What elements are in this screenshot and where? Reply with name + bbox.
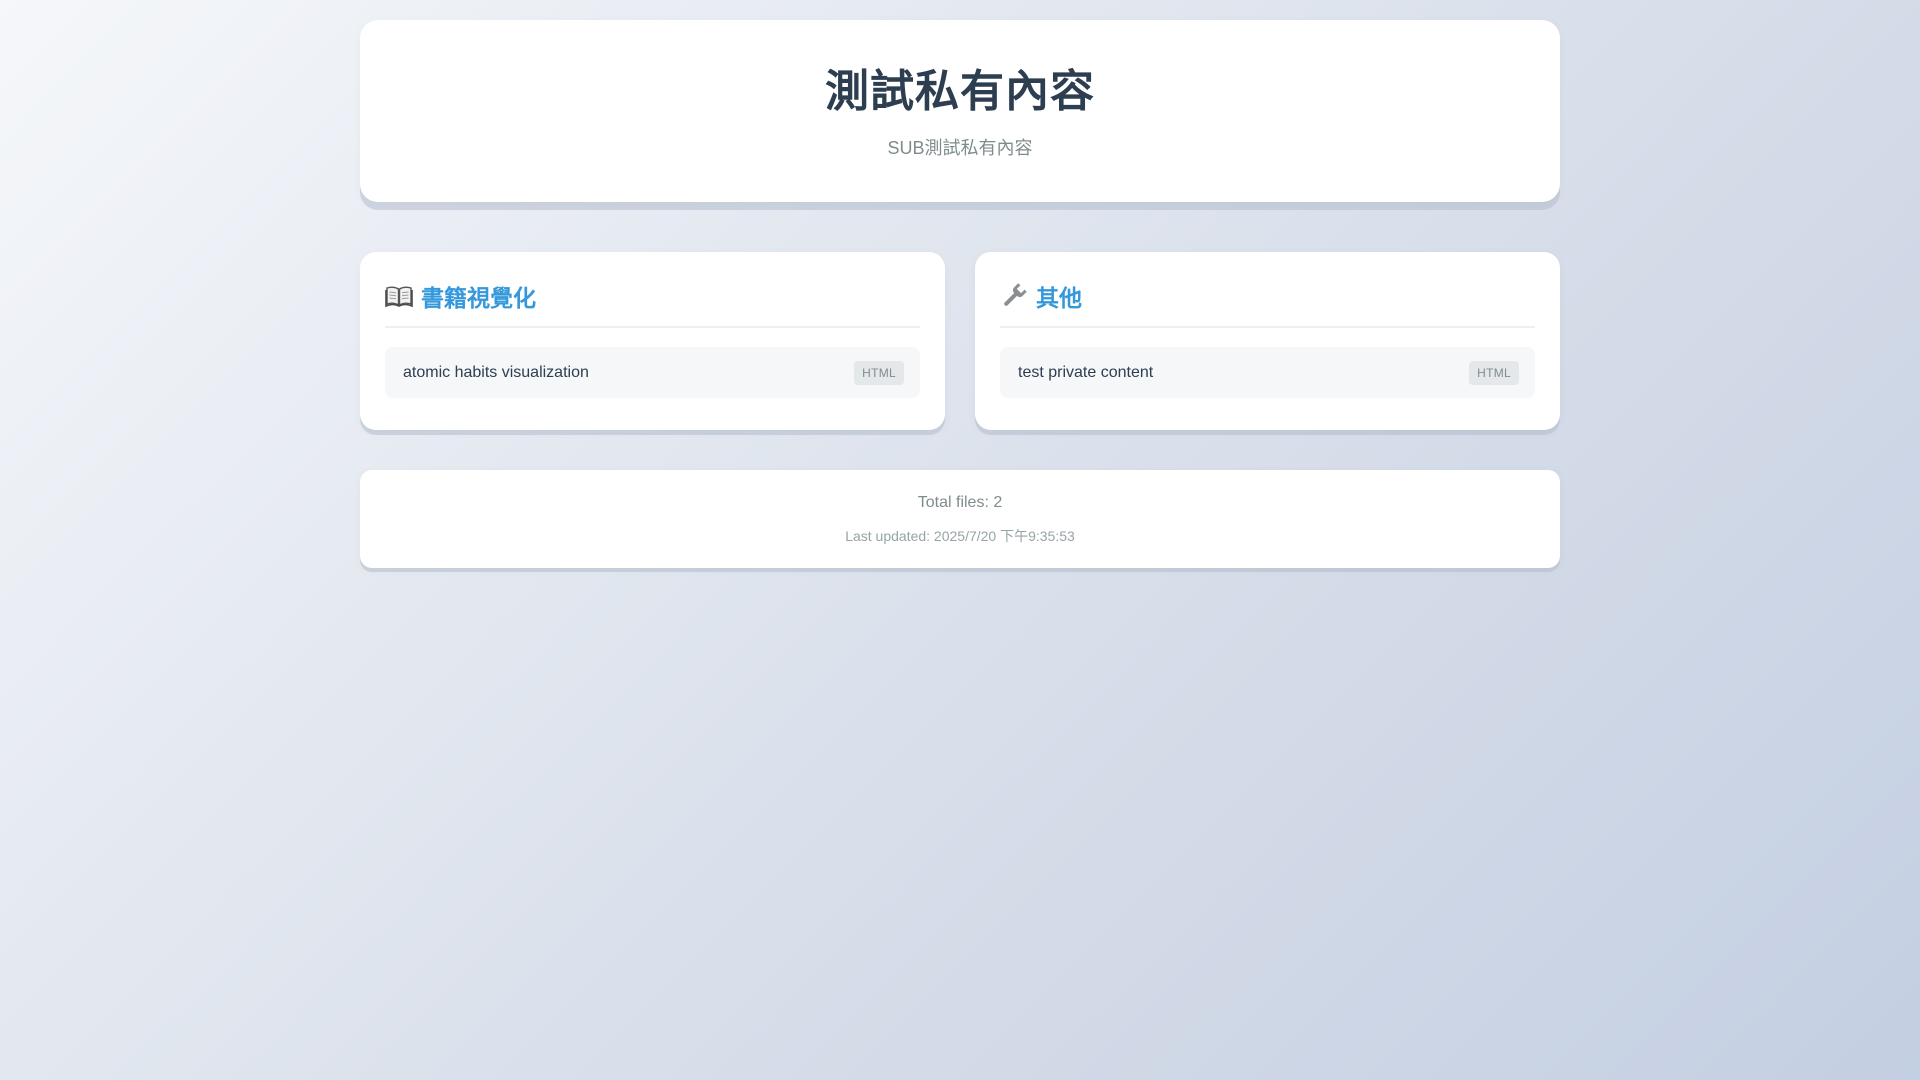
section-title-label: 其他 — [1036, 285, 1082, 311]
wrench-icon — [1000, 282, 1028, 310]
file-name: atomic habits visualization — [403, 363, 589, 381]
page-subtitle: SUB測試私有內容 — [887, 137, 1033, 158]
total-files-count: Total files: 2 — [917, 494, 1003, 511]
open-book-icon — [385, 282, 413, 310]
footer-card: Total files: 2 Last updated: 2025/7/20 下… — [360, 470, 1560, 568]
header-card: 測試私有內容 SUB測試私有內容 — [360, 20, 1560, 202]
file-name: test private content — [1018, 363, 1154, 381]
file-item-atomic-habits[interactable]: atomic habits visualization HTML — [385, 347, 920, 398]
section-other: 其他 test private content HTML — [975, 252, 1560, 430]
section-book-visualization: 書籍視覺化 atomic habits visualization HTML — [360, 252, 945, 430]
page-title: 測試私有內容 — [825, 67, 1095, 116]
section-title-label: 書籍視覺化 — [421, 285, 536, 311]
sections-grid: 書籍視覺化 atomic habits visualization HTML 其… — [360, 252, 1560, 430]
section-heading: 書籍視覺化 — [385, 278, 920, 328]
file-item-test-private-content[interactable]: test private content HTML — [1000, 347, 1535, 398]
page-container: 測試私有內容 SUB測試私有內容 書籍視覺化 atomic habits vis… — [360, 20, 1560, 568]
file-type-badge: HTML — [854, 360, 904, 385]
section-heading: 其他 — [1000, 278, 1535, 328]
file-type-badge: HTML — [1469, 360, 1519, 385]
last-updated-timestamp: Last updated: 2025/7/20 下午9:35:53 — [845, 528, 1075, 544]
